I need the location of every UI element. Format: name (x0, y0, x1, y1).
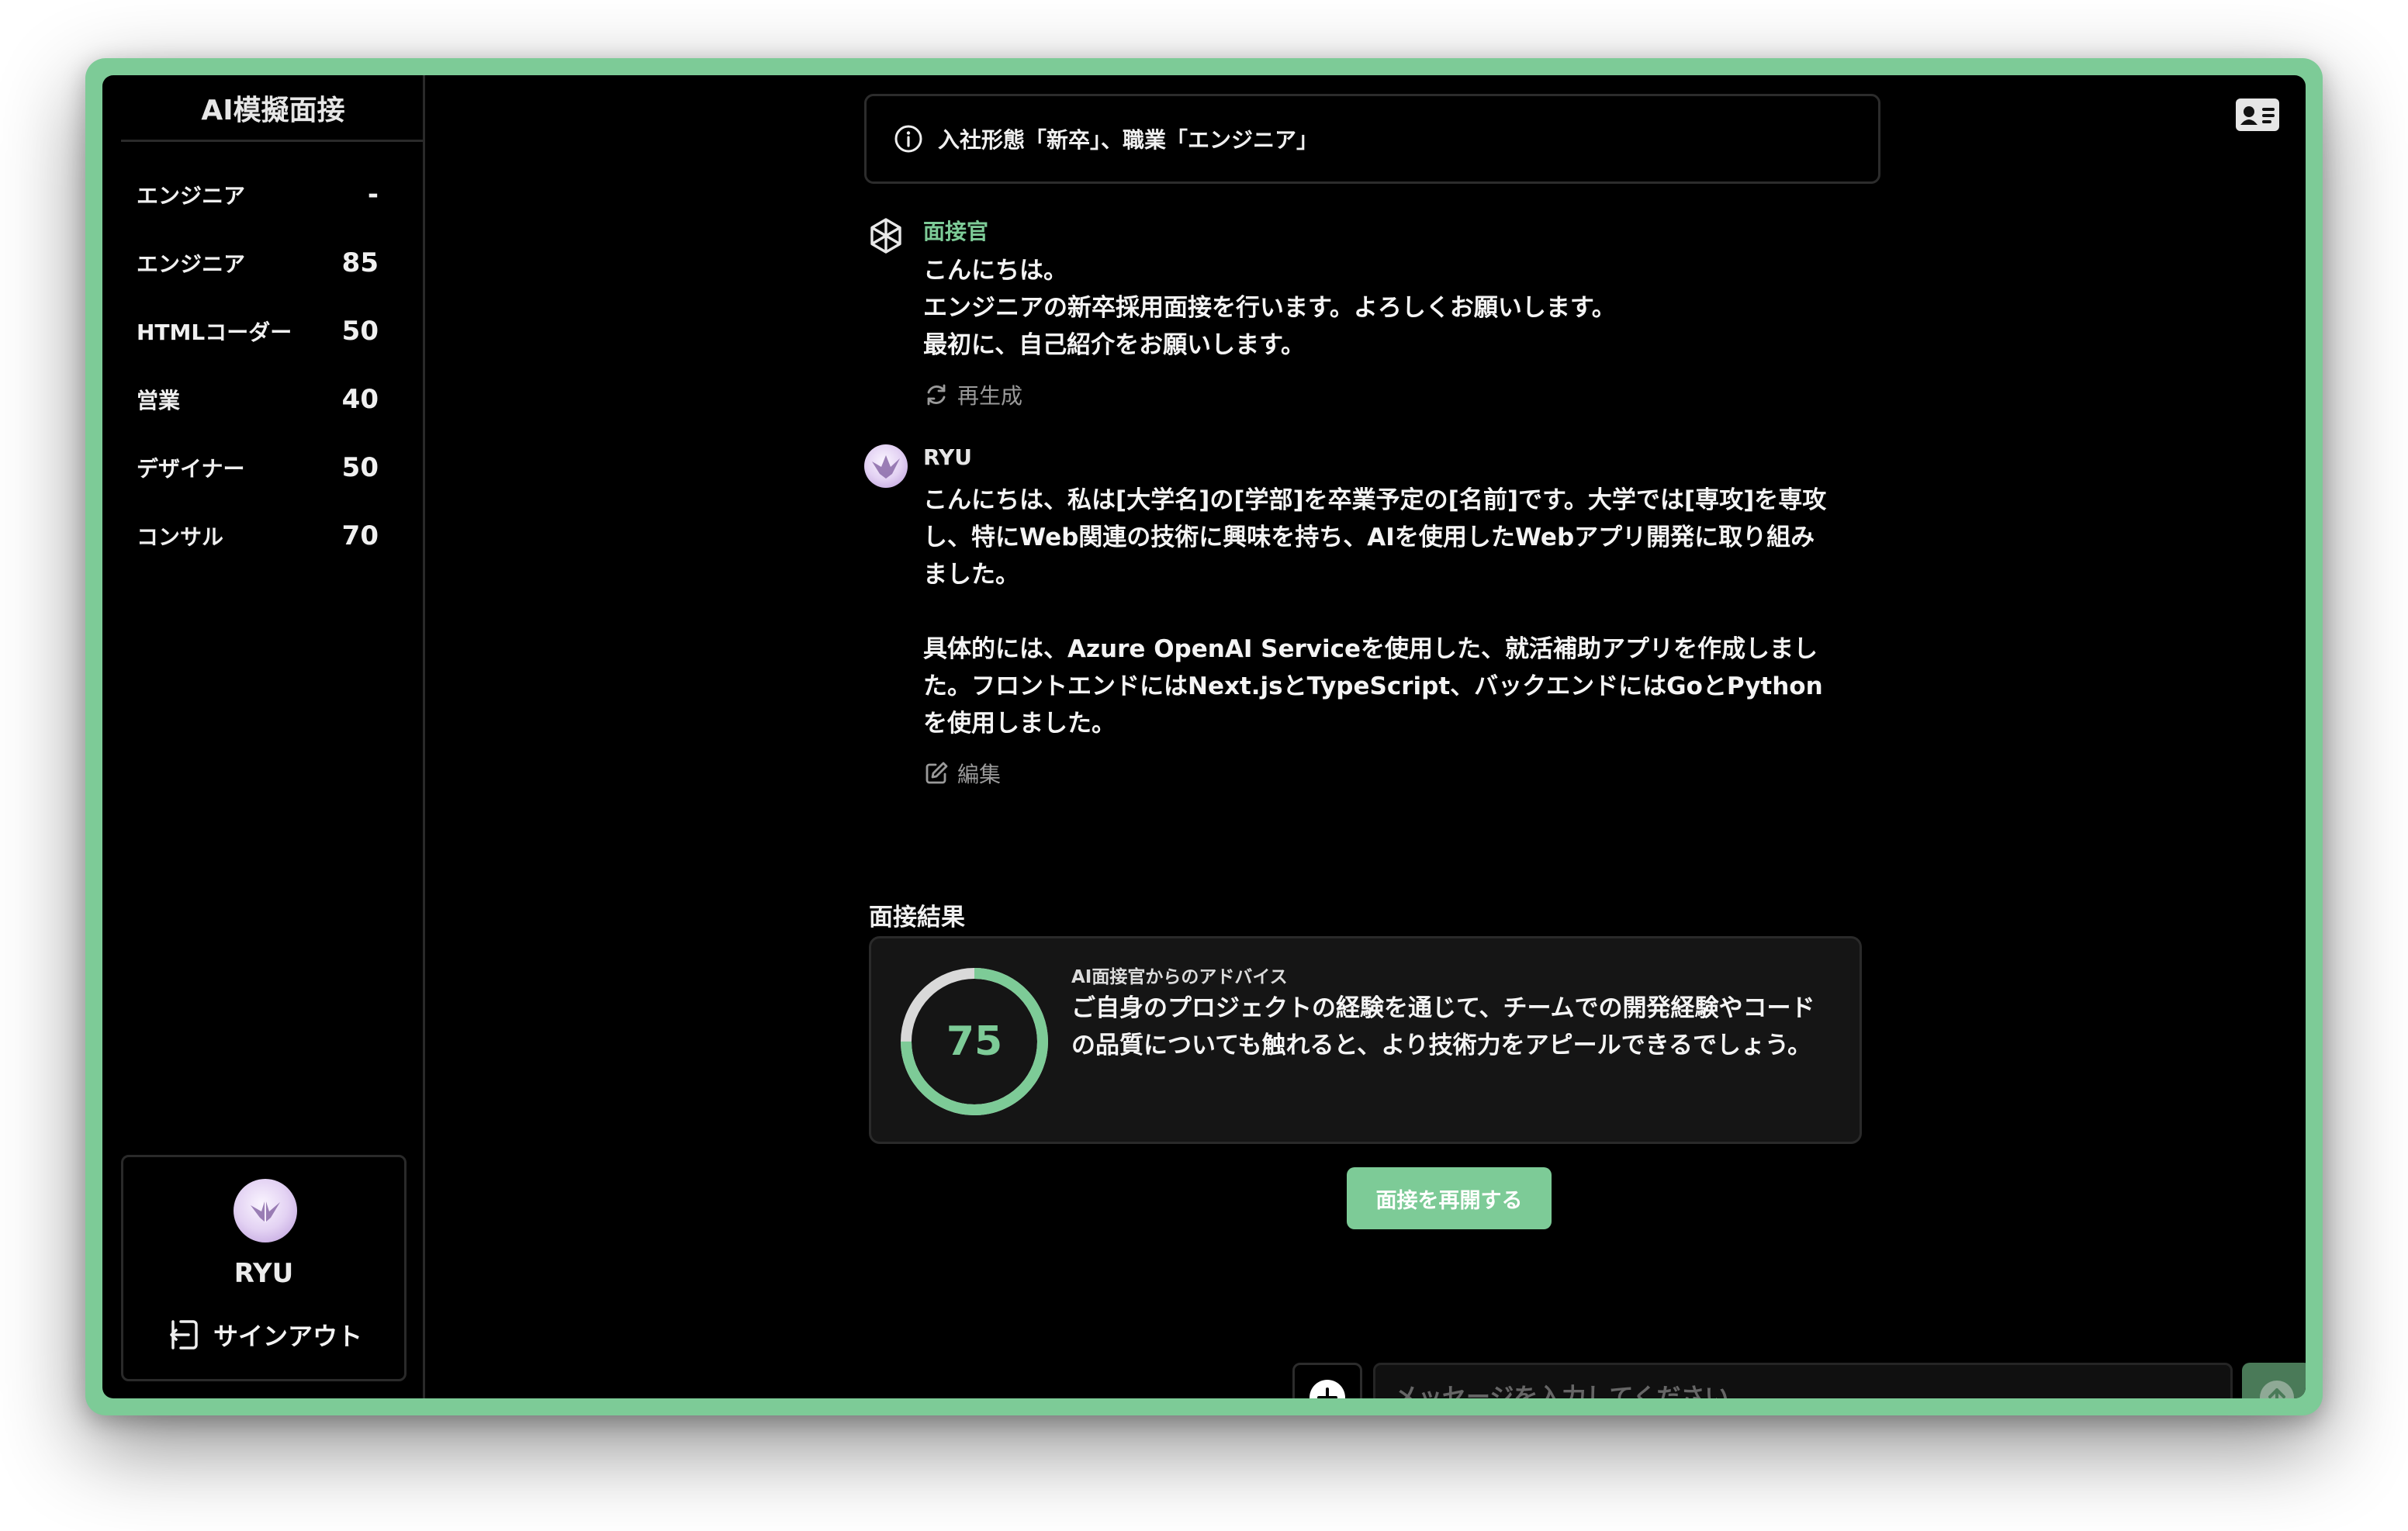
history-item[interactable]: コンサル 70 (119, 502, 396, 570)
paper-crane-icon (872, 455, 900, 479)
result-card: 75 AI面接官からのアドバイス ご自身のプロジェクトの経験を通じて、チームでの… (869, 936, 1862, 1144)
signout-icon (170, 1320, 198, 1350)
regenerate-label: 再生成 (957, 383, 1023, 409)
history-item-label: 営業 (137, 388, 181, 413)
history-item[interactable]: デザイナー 50 (119, 434, 396, 502)
history-item-score: - (367, 179, 379, 210)
edit-icon (925, 762, 948, 784)
history-item[interactable]: エンジニア - (119, 161, 396, 229)
history-item-label: コンサル (137, 524, 224, 550)
history-item-score: 70 (341, 520, 379, 551)
history-item-label: デザイナー (137, 456, 245, 482)
message-text: こんにちは、私は[大学名]の[学部]を卒業予定の[名前]です。大学では[専攻]を… (923, 486, 1827, 738)
history-item-score: 50 (341, 452, 379, 483)
main-panel: 入社形態「新卒」、職業「エンジニア」 面接官 こんにちは。 エンジニアの新卒採用… (425, 75, 2306, 1398)
message-input[interactable] (1373, 1363, 2233, 1398)
add-button[interactable] (1292, 1363, 1362, 1398)
history-item-label: HTMLコーダー (137, 320, 292, 345)
restart-interview-button[interactable]: 面接を再開する (1347, 1167, 1552, 1229)
plus-circle-icon (1310, 1380, 1345, 1398)
paper-crane-icon (251, 1199, 280, 1222)
app-title: AI模擬面接 (121, 75, 425, 142)
app-window: AI模擬面接 エンジニア - エンジニア 85 HTMLコーダー 50 営業 4… (85, 58, 2323, 1415)
message-sender: RYU (923, 444, 973, 470)
result-title: 面接結果 (869, 904, 965, 931)
history-item-score: 50 (341, 316, 379, 347)
refresh-icon (927, 384, 946, 406)
advice-label: AI面接官からのアドバイス (1071, 967, 1288, 987)
history-item[interactable]: 営業 40 (119, 365, 396, 434)
history-item[interactable]: エンジニア 85 (119, 229, 396, 297)
openai-logo-icon (864, 215, 908, 258)
edit-label: 編集 (957, 762, 1002, 787)
info-circle-icon (894, 125, 922, 153)
user-avatar (234, 1179, 297, 1242)
send-button[interactable] (2242, 1363, 2306, 1398)
history-item-label: エンジニア (137, 183, 246, 209)
signout-label: サインアウト (213, 1322, 363, 1351)
history-item-score: 85 (341, 247, 379, 278)
message-text: こんにちは。 エンジニアの新卒採用面接を行います。よろしくお願いします。 最初に… (923, 257, 1616, 359)
history-item[interactable]: HTMLコーダー 50 (119, 297, 396, 365)
score-value: 75 (946, 1018, 1003, 1065)
history-item-label: エンジニア (137, 251, 246, 277)
interview-info-text: 入社形態「新卒」、職業「エンジニア」 (938, 127, 1319, 153)
arrow-up-circle-icon (2260, 1381, 2294, 1398)
user-avatar-small (864, 444, 908, 488)
sidebar: AI模擬面接 エンジニア - エンジニア 85 HTMLコーダー 50 営業 4… (102, 75, 425, 1398)
app-screen: AI模擬面接 エンジニア - エンジニア 85 HTMLコーダー 50 営業 4… (102, 75, 2306, 1398)
message-sender: 面接官 (923, 219, 989, 244)
regenerate-button[interactable]: 再生成 (923, 379, 1022, 410)
history-item-score: 40 (341, 384, 379, 415)
advice-text-body: ご自身のプロジェクトの経験を通じて、チームでの開発経験やコード の品質についても… (1071, 994, 1815, 1059)
edit-button[interactable]: 編集 (923, 758, 1001, 789)
id-card-icon[interactable] (2234, 97, 2281, 133)
user-card: RYU サインアウト (121, 1155, 407, 1381)
signout-button[interactable]: サインアウト (165, 1314, 362, 1356)
interview-info-bar: 入社形態「新卒」、職業「エンジニア」 (864, 94, 1880, 184)
advice-text: ご自身のプロジェクトの経験を通じて、チームでの開発経験やコード の品質についても… (1071, 990, 1847, 1064)
user-name: RYU (234, 1258, 294, 1289)
